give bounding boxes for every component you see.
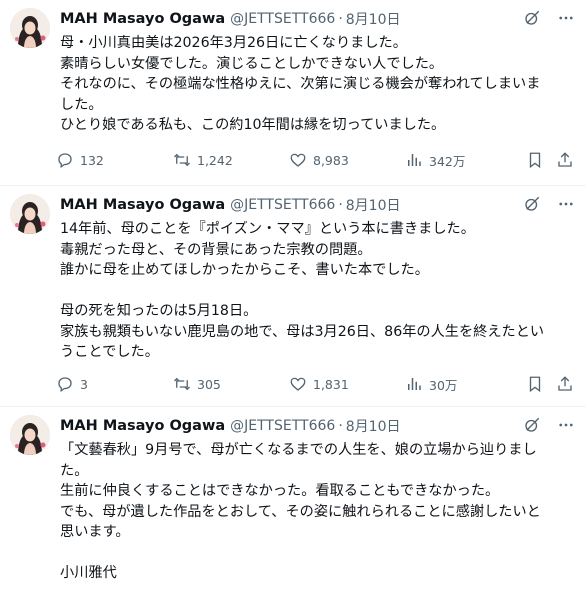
grok-icon[interactable] [522,8,542,28]
avatar[interactable] [10,415,50,455]
author-name[interactable]: MAH Masayo Ogawa [60,197,225,213]
repost-icon [174,377,190,391]
share-icon [558,376,572,391]
author-handle[interactable]: @JETTSETT666 [230,197,335,213]
repost-icon [174,153,190,167]
tweet-header: MAH Masayo Ogawa @JETTSETT666 · 8月10日 [60,194,576,216]
tweet-line: 思います。 [60,524,130,540]
reply-icon [58,377,72,393]
more-icon[interactable] [556,415,576,435]
views-button[interactable]: 30万 [405,375,457,394]
like-count: 1,831 [313,376,349,392]
views-icon [408,378,421,390]
grok-icon[interactable] [522,194,542,214]
like-count: 8,983 [313,152,349,168]
share-button[interactable] [556,151,574,169]
tweet-header: MAH Masayo Ogawa @JETTSETT666 · 8月10日 [60,8,576,30]
tweet[interactable]: MAH Masayo Ogawa @JETTSETT666 · 8月10日 母・… [0,0,586,185]
share-icon [558,152,572,167]
views-count: 30万 [429,377,458,393]
avatar[interactable] [10,8,50,48]
tweet-line: 母・小川真由美は2026年3月26日に亡くなりました。 [60,35,407,51]
action-bar: 3 305 1,831 30万 [58,374,576,394]
tweet-line: た。 [60,462,89,479]
separator: · [338,418,343,434]
views-button[interactable]: 342万 [405,151,465,170]
share-button[interactable] [556,375,574,393]
author-name[interactable]: MAH Masayo Ogawa [60,11,225,27]
post-date[interactable]: 8月10日 [346,416,401,436]
tweet-text: 14年前、母のことを『ポイズン・ママ』という本に書きました。 毒親だった母と、そ… [60,219,576,363]
tweet-header: MAH Masayo Ogawa @JETTSETT666 · 8月10日 [60,415,576,437]
reply-count: 132 [80,152,104,168]
repost-button[interactable]: 1,242 [173,151,233,169]
tweet-line: した。 [60,96,103,113]
timeline: MAH Masayo Ogawa @JETTSETT666 · 8月10日 母・… [0,0,586,596]
tweet-line: 素晴らしい女優でした。演じることしかできない人でした。 [60,55,444,72]
grok-icon[interactable] [522,415,542,435]
signature: 小川雅代 [60,565,117,581]
more-icon[interactable] [556,8,576,28]
reply-button[interactable]: 3 [56,375,88,393]
tweet-text: 「文藝春秋」9月号で、母が亡くなるまでの人生を、娘の立場から辿りまし た。 生前… [60,440,576,584]
tweet-line: ひとり娘である私も、この約10年間は縁を切っていました。 [60,117,446,133]
views-icon [408,154,421,166]
like-button[interactable]: 1,831 [289,375,349,393]
repost-button[interactable]: 305 [173,375,221,393]
post-date[interactable]: 8月10日 [346,195,401,215]
tweet-line: 14年前、母のことを『ポイズン・ママ』という本に書きました。 [60,221,475,237]
repost-count: 1,242 [197,152,233,168]
reply-button[interactable]: 132 [56,151,104,169]
tweet-line: でも、母が遺した作品をとおして、その姿に触れられることに感謝したいと [60,503,541,520]
tweet-line: 毒親だった母と、その背景にあった宗教の問題。 [60,241,372,258]
like-icon [290,153,306,167]
tweet-line: 家族も親類もいない鹿児島の地で、母は3月26日、86年の人生を終えたとい [60,323,545,340]
post-date[interactable]: 8月10日 [346,9,401,29]
like-icon [290,377,306,391]
bookmark-icon [529,152,541,169]
tweet-line: 誰かに母を止めてほしかったからこそ、書いた本でした。 [60,262,429,278]
bookmark-button[interactable] [526,375,544,393]
tweet-line-blank [60,281,576,302]
tweet-line: 「文藝春秋」9月号で、母が亡くなるまでの人生を、娘の立場から辿りまし [60,442,537,458]
author-name[interactable]: MAH Masayo Ogawa [60,418,225,434]
separator: · [338,11,343,27]
tweet-line: それなのに、その極端な性格ゆえに、次第に演じる機会が奪われてしまいま [60,76,541,92]
tweet-text: 母・小川真由美は2026年3月26日に亡くなりました。 素晴らしい女優でした。演… [60,33,576,136]
tweet-line: 母の死を知ったのは5月18日。 [60,303,258,319]
more-icon[interactable] [556,194,576,214]
action-bar: 132 1,242 8,983 342万 [58,150,576,170]
views-count: 342万 [429,153,466,169]
like-button[interactable]: 8,983 [289,151,349,169]
bookmark-button[interactable] [526,151,544,169]
author-handle[interactable]: @JETTSETT666 [230,11,335,27]
tweet[interactable]: MAH Masayo Ogawa @JETTSETT666 · 8月10日 14… [0,186,586,406]
author-handle[interactable]: @JETTSETT666 [230,418,335,434]
avatar[interactable] [10,194,50,234]
tweet-line-blank [60,543,576,564]
separator: · [338,197,343,213]
repost-count: 305 [197,376,221,392]
bookmark-icon [529,376,541,393]
tweet-line: 生前に仲良くすることはできなかった。看取ることもできなかった。 [60,483,500,499]
tweet[interactable]: MAH Masayo Ogawa @JETTSETT666 · 8月10日 「文… [0,407,586,596]
reply-icon [58,153,72,169]
tweet-line: うことでした。 [60,344,159,360]
reply-count: 3 [80,376,88,392]
